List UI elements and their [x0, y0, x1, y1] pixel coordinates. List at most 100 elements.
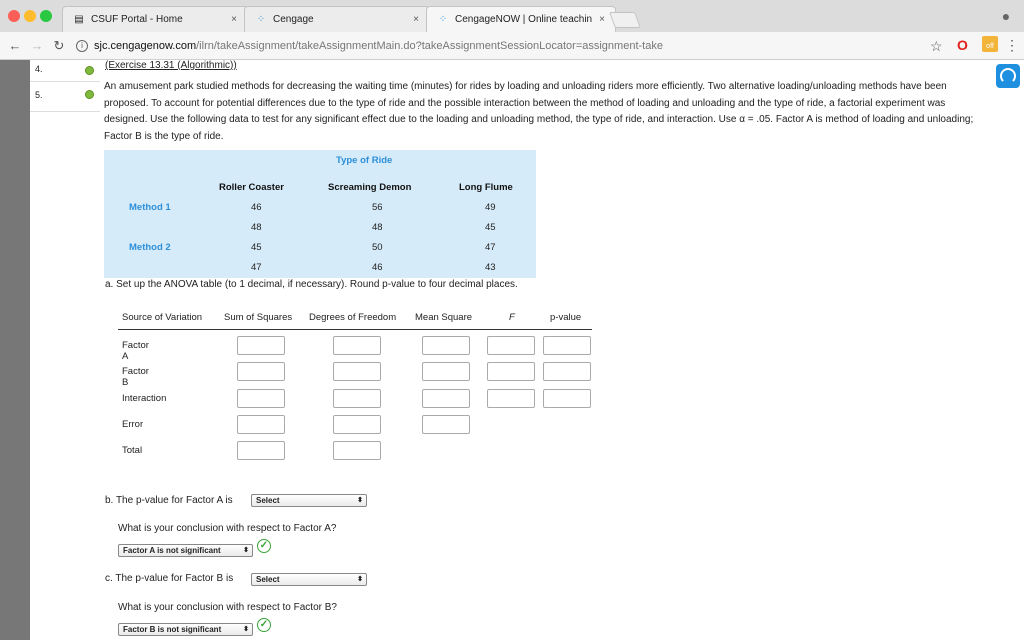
f-input-factor-a[interactable] — [487, 336, 535, 355]
select-arrow-icon: ⬍ — [357, 576, 363, 583]
ms-input-error[interactable] — [422, 415, 470, 434]
tab-cengagenow[interactable]: ⁘ CengageNOW | Online teachin × — [426, 6, 616, 32]
tab-cengage[interactable]: ⁘ Cengage × — [244, 6, 430, 32]
part-b-prompt: b. The p-value for Factor A is — [105, 495, 233, 506]
question-item[interactable]: 4. — [30, 60, 100, 82]
data-cell: 50 — [372, 242, 383, 253]
f-input-factor-b[interactable] — [487, 362, 535, 381]
data-cell: 46 — [372, 262, 383, 273]
conclusion-factor-a-select[interactable]: Factor A is not significant ⬍ — [118, 544, 253, 557]
anova-header: Source of Variation — [122, 312, 203, 323]
column-header: Roller Coaster — [219, 182, 284, 193]
new-tab-button[interactable] — [609, 12, 641, 28]
pvalue-factor-a-select[interactable]: Select ⬍ — [251, 494, 367, 507]
data-cell: 56 — [372, 202, 383, 213]
f-input-interaction[interactable] — [487, 389, 535, 408]
pvalue-input-factor-b[interactable] — [543, 362, 591, 381]
df-input-factor-b[interactable] — [333, 362, 381, 381]
data-cell: 46 — [251, 202, 262, 213]
conclusion-a-prompt: What is your conclusion with respect to … — [118, 523, 337, 534]
select-arrow-icon: ⬍ — [243, 547, 249, 554]
question-number: 4. — [35, 64, 43, 74]
column-header: Screaming Demon — [328, 182, 412, 193]
tab-title: CSUF Portal - Home — [91, 14, 183, 25]
minimize-window-button[interactable] — [24, 10, 36, 22]
part-a-prompt: a. Set up the ANOVA table (to 1 decimal,… — [105, 279, 518, 290]
source-label: Error — [122, 419, 144, 430]
data-cell: 48 — [251, 222, 262, 233]
method-label: Method 1 — [129, 202, 171, 213]
forward-arrow-icon[interactable]: → — [28, 37, 46, 55]
tab-csuf-portal[interactable]: ▤ CSUF Portal - Home × — [62, 6, 248, 32]
ss-input-total[interactable] — [237, 441, 285, 460]
select-arrow-icon: ⬍ — [357, 497, 363, 504]
url-host: sjc.cengagenow.com — [94, 40, 197, 52]
question-item[interactable]: 5. — [30, 82, 100, 112]
zoom-window-button[interactable] — [40, 10, 52, 22]
close-tab-icon[interactable]: × — [231, 14, 237, 25]
data-cell: 47 — [485, 242, 496, 253]
correct-check-icon: ✓ — [257, 539, 271, 553]
bookmark-star-icon[interactable]: ☆ — [930, 38, 943, 55]
data-cell: 49 — [485, 202, 496, 213]
pvalue-input-interaction[interactable] — [543, 389, 591, 408]
data-cell: 45 — [485, 222, 496, 233]
tab-title: Cengage — [273, 14, 314, 25]
anova-header: Degrees of Freedom — [309, 312, 397, 323]
opera-extension-icon[interactable]: O — [957, 37, 968, 53]
reload-icon[interactable]: ↻ — [50, 37, 68, 55]
address-bar[interactable]: i sjc.cengagenow.com/ilrn/takeAssignment… — [76, 36, 950, 56]
question-number: 5. — [35, 90, 43, 100]
page-icon: ▤ — [74, 14, 84, 25]
conclusion-factor-b-select[interactable]: Factor B is not significant ⬍ — [118, 623, 253, 636]
data-cell: 47 — [251, 262, 262, 273]
close-window-button[interactable] — [8, 10, 20, 22]
df-input-interaction[interactable] — [333, 389, 381, 408]
pvalue-factor-b-select[interactable]: Select ⬍ — [251, 573, 367, 586]
data-cell: 43 — [485, 262, 496, 273]
source-label: Factor B — [122, 366, 149, 388]
header-rule — [118, 329, 592, 330]
help-headset-icon[interactable] — [996, 64, 1020, 88]
select-value: Select — [256, 496, 280, 505]
data-table: Type of Ride Roller Coaster Screaming De… — [104, 150, 536, 278]
profile-icon[interactable]: ● — [996, 6, 1016, 26]
df-input-error[interactable] — [333, 415, 381, 434]
ms-input-factor-b[interactable] — [422, 362, 470, 381]
browser-toolbar: ← → ↻ i sjc.cengagenow.com/ilrn/takeAssi… — [0, 32, 1024, 60]
conclusion-b-prompt: What is your conclusion with respect to … — [118, 602, 337, 613]
pvalue-input-factor-a[interactable] — [543, 336, 591, 355]
close-tab-icon[interactable]: × — [413, 14, 419, 25]
ss-input-factor-a[interactable] — [237, 336, 285, 355]
exercise-link[interactable]: (Exercise 13.31 (Algorithmic)) — [105, 60, 237, 71]
select-value: Factor A is not significant — [123, 546, 221, 555]
question-list — [30, 60, 100, 640]
ms-input-factor-a[interactable] — [422, 336, 470, 355]
problem-statement: An amusement park studied methods for de… — [104, 81, 974, 142]
method-label: Method 2 — [129, 242, 171, 253]
back-arrow-icon[interactable]: ← — [6, 37, 24, 55]
cengage-icon: ⁘ — [256, 14, 266, 25]
anova-header: p-value — [550, 312, 582, 323]
extension-off-icon[interactable]: off — [982, 36, 998, 52]
tab-title: CengageNOW | Online teachin — [455, 14, 593, 25]
select-arrow-icon: ⬍ — [243, 626, 249, 633]
df-input-total[interactable] — [333, 441, 381, 460]
column-header: Long Flume — [459, 182, 513, 193]
ss-input-interaction[interactable] — [237, 389, 285, 408]
ms-input-interaction[interactable] — [422, 389, 470, 408]
extension-off-label: off — [986, 43, 994, 50]
ss-input-error[interactable] — [237, 415, 285, 434]
correct-check-icon: ✓ — [257, 618, 271, 632]
select-value: Select — [256, 575, 280, 584]
data-cell: 45 — [251, 242, 262, 253]
cengage-icon: ⁘ — [438, 14, 448, 25]
status-complete-icon — [85, 90, 94, 99]
close-tab-icon[interactable]: × — [599, 14, 605, 25]
info-icon[interactable]: i — [76, 40, 88, 52]
anova-header: F — [509, 312, 515, 323]
ss-input-factor-b[interactable] — [237, 362, 285, 381]
data-cell: 48 — [372, 222, 383, 233]
browser-menu-icon[interactable]: ⋮ — [1005, 37, 1019, 54]
df-input-factor-a[interactable] — [333, 336, 381, 355]
